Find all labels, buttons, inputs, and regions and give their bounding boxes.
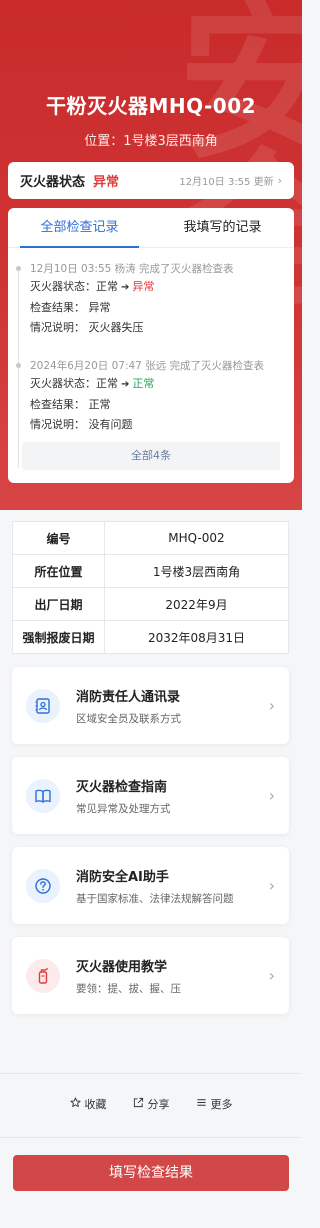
all-records-button[interactable]: 全部4条 [22, 442, 280, 470]
status-card[interactable]: 灭火器状态 异常 12月10日 3:55 更新 › [8, 162, 294, 199]
page-title: 干粉灭火器MHQ-002 [45, 94, 257, 118]
menu-icon [196, 1097, 207, 1111]
menu-item-ai-assistant[interactable]: 消防安全AI助手 基于国家标准、法律法规解答问题 › [12, 847, 289, 924]
record-status-label: 灭火器状态： [30, 377, 96, 390]
share-button[interactable]: 分享 [133, 1093, 170, 1115]
share-label: 分享 [147, 1098, 170, 1111]
record-status-label: 灭火器状态： [30, 280, 96, 293]
table-row: 编号 MHQ-002 [12, 521, 289, 555]
record-status-to: 正常 [132, 377, 155, 390]
info-key: 所在位置 [12, 554, 105, 588]
menu-title: 灭火器使用教学 [76, 959, 168, 975]
record-result-label: 检查结果： [30, 301, 85, 314]
info-value: 2022年9月 [104, 587, 289, 621]
status-value: 异常 [93, 175, 120, 190]
records-timeline: 12月10日 03:55 杨涛 完成了灭火器检查表 灭火器状态：正常 ➔ 异常 检查… [16, 262, 288, 468]
record-result-label: 检查结果： [30, 398, 85, 411]
arrow-right-icon: ➔ [121, 379, 130, 390]
extinguisher-icon [26, 958, 60, 993]
info-key: 出厂日期 [12, 587, 105, 621]
record-note-label: 情况说明： [30, 418, 85, 431]
more-button[interactable]: 更多 [196, 1093, 233, 1115]
info-key: 编号 [12, 521, 105, 555]
record-status-from: 正常 [96, 377, 118, 390]
table-row: 所在位置 1号楼3层西南角 [12, 554, 289, 588]
menu-desc: 基于国家标准、法律法规解答问题 [76, 892, 234, 905]
records-card: 全部检查记录 我填写的记录 12月10日 03:55 杨涛 完成了灭火器检查表 … [8, 208, 294, 483]
menu-title: 消防责任人通讯录 [76, 689, 181, 705]
record-status-from: 正常 [96, 280, 118, 293]
chevron-right-icon: › [277, 174, 282, 187]
table-row: 出厂日期 2022年9月 [12, 587, 289, 621]
location-text: 位置：1号楼3层西南角 [84, 134, 218, 149]
more-label: 更多 [210, 1098, 233, 1111]
divider [0, 1073, 302, 1074]
record-meta: 12月10日 03:55 杨涛 完成了灭火器检查表 [30, 263, 234, 275]
record-status-to: 异常 [132, 280, 155, 293]
record-note-label: 情况说明： [30, 321, 85, 334]
action-bar: 收藏 分享 更多 [0, 1093, 302, 1115]
chevron-right-icon: › [268, 786, 275, 805]
hero-banner: 安全 干粉灭火器MHQ-002 位置：1号楼3层西南角 灭火器状态 异常 12月… [0, 0, 302, 510]
contact-book-icon [26, 688, 60, 723]
record-status-line: 灭火器状态：正常 ➔ 异常 [30, 278, 288, 297]
menu-desc: 常见异常及处理方式 [76, 802, 171, 815]
record-result: 正常 [88, 398, 111, 411]
menu-desc: 区域安全员及联系方式 [76, 712, 181, 725]
chevron-right-icon: › [268, 876, 275, 895]
record-item: 12月10日 03:55 杨涛 完成了灭火器检查表 灭火器状态：正常 ➔ 异常 检查… [16, 262, 288, 337]
status-update[interactable]: 12月10日 3:55 更新 › [179, 173, 282, 188]
record-result-line: 检查结果： 正常 [30, 396, 288, 414]
tab-all-records[interactable]: 全部检查记录 [8, 208, 151, 248]
timeline-dot [16, 363, 21, 368]
record-result: 异常 [88, 301, 111, 314]
record-status-line: 灭火器状态：正常 ➔ 正常 [30, 375, 288, 394]
book-icon [26, 778, 60, 813]
menu-text: 消防责任人通讯录 区域安全员及联系方式 [76, 686, 181, 726]
chevron-right-icon: › [268, 966, 275, 985]
info-table: 编号 MHQ-002 所在位置 1号楼3层西南角 出厂日期 2022年9月 强制… [12, 521, 289, 654]
record-note: 没有问题 [88, 418, 133, 431]
info-value: 1号楼3层西南角 [104, 554, 289, 588]
menu-text: 灭火器检查指南 常见异常及处理方式 [76, 776, 171, 816]
record-result-line: 检查结果： 异常 [30, 299, 288, 317]
info-value: MHQ-002 [104, 521, 289, 555]
timeline-dot [16, 266, 21, 271]
arrow-right-icon: ➔ [121, 282, 130, 293]
star-icon [69, 1097, 81, 1111]
menu-item-guide[interactable]: 灭火器检查指南 常见异常及处理方式 › [12, 757, 289, 834]
menu-text: 灭火器使用教学 要领：提、拔、握、压 [76, 956, 181, 996]
update-time: 12月10日 3:55 更新 [179, 177, 274, 188]
favorite-button[interactable]: 收藏 [69, 1093, 107, 1115]
table-row: 强制报废日期 2032年08月31日 [12, 620, 289, 654]
record-note-line: 情况说明： 没有问题 [30, 416, 288, 434]
question-icon [26, 868, 60, 903]
records-tabs: 全部检查记录 我填写的记录 [8, 208, 294, 248]
favorite-label: 收藏 [84, 1098, 107, 1111]
chevron-right-icon: › [268, 696, 275, 715]
tab-my-records[interactable]: 我填写的记录 [151, 208, 294, 247]
menu-item-contacts[interactable]: 消防责任人通讯录 区域安全员及联系方式 › [12, 667, 289, 744]
divider [0, 1137, 302, 1138]
menu-item-tutorial[interactable]: 灭火器使用教学 要领：提、拔、握、压 › [12, 937, 289, 1014]
share-icon [133, 1097, 144, 1111]
record-note-line: 情况说明： 灭火器失压 [30, 319, 288, 337]
info-key: 强制报废日期 [12, 620, 105, 654]
record-item: 2024年6月20日 07:47 张远 完成了灭火器检查表 灭火器状态：正常 ➔ 正… [16, 359, 288, 434]
record-meta: 2024年6月20日 07:47 张远 完成了灭火器检查表 [30, 360, 265, 372]
menu-title: 消防安全AI助手 [76, 869, 169, 885]
menu-desc: 要领：提、拔、握、压 [76, 982, 181, 995]
menu-title: 灭火器检查指南 [76, 779, 168, 795]
info-value: 2032年08月31日 [104, 620, 289, 654]
record-note: 灭火器失压 [88, 321, 144, 334]
submit-inspection-button[interactable]: 填写检查结果 [13, 1155, 289, 1191]
menu-text: 消防安全AI助手 基于国家标准、法律法规解答问题 [76, 866, 234, 906]
status-label: 灭火器状态 [20, 175, 86, 190]
